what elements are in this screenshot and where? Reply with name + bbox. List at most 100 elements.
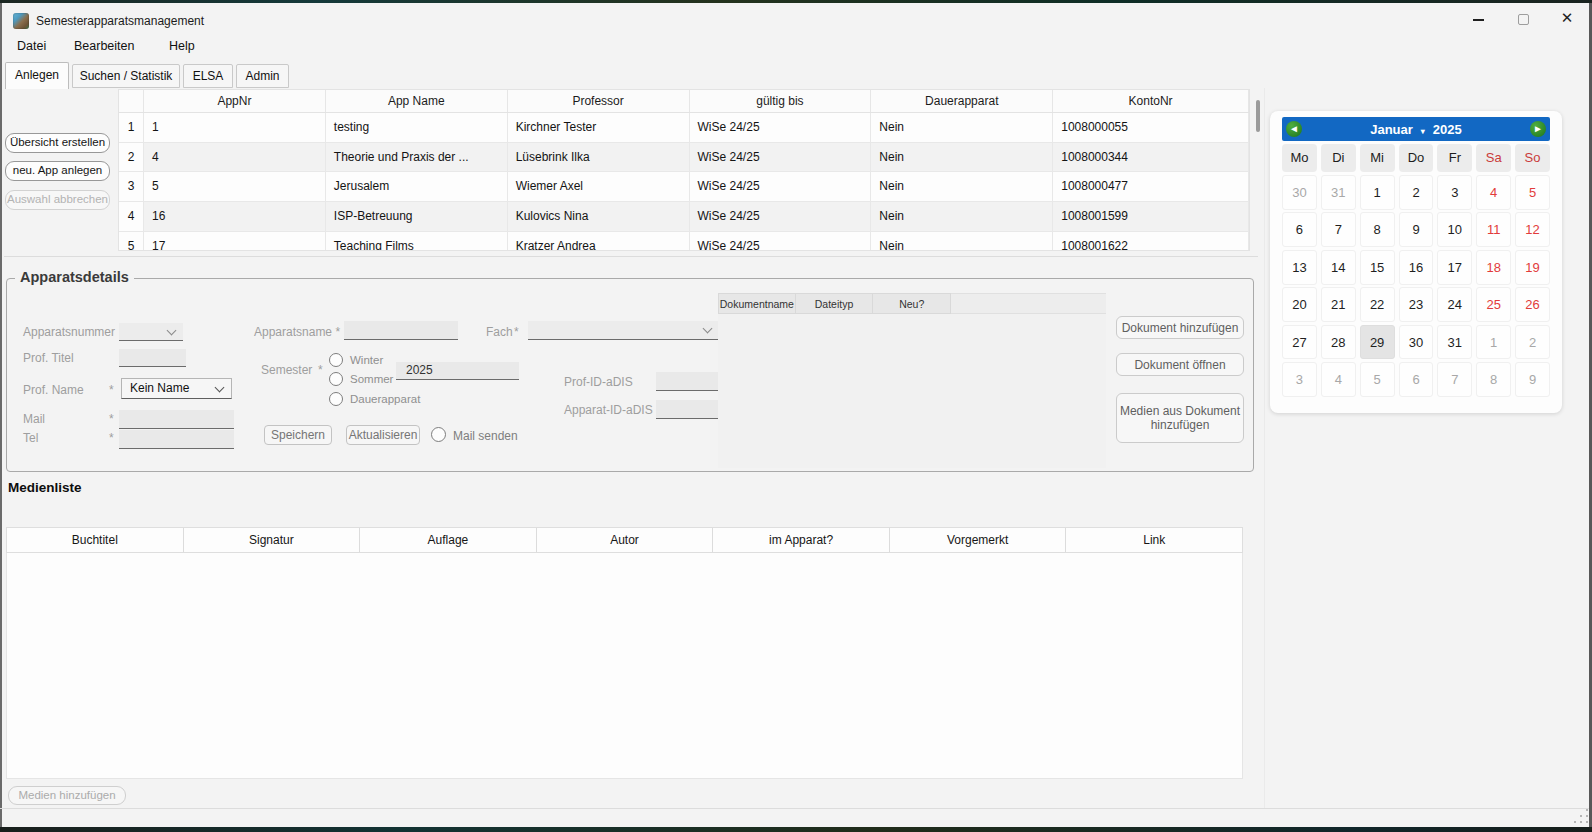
calendar-day[interactable]: 13 bbox=[1282, 250, 1317, 285]
calendar-day[interactable]: 1 bbox=[1476, 325, 1511, 360]
close-button[interactable]: ✕ bbox=[1559, 10, 1575, 26]
calendar-day[interactable]: 7 bbox=[1437, 362, 1472, 397]
menu-datei[interactable]: Datei bbox=[17, 39, 46, 53]
table-scrollbar[interactable] bbox=[1256, 100, 1260, 132]
column-header-KontoNr[interactable]: KontoNr bbox=[1053, 90, 1249, 112]
calendar-day[interactable]: 2 bbox=[1515, 325, 1550, 360]
calendar-day[interactable]: 31 bbox=[1437, 325, 1472, 360]
media-column-vorgemerkt[interactable]: Vorgemerkt bbox=[890, 528, 1067, 552]
calendar-next-icon[interactable]: ► bbox=[1530, 121, 1546, 137]
calendar-day[interactable]: 9 bbox=[1515, 362, 1550, 397]
calendar-day[interactable]: 11 bbox=[1476, 212, 1511, 247]
menu-bearbeiten[interactable]: Bearbeiten bbox=[74, 39, 134, 53]
prof-name-combo[interactable]: Kein Name bbox=[121, 378, 232, 399]
calendar-day[interactable]: 18 bbox=[1476, 250, 1511, 285]
calendar-day[interactable]: 26 bbox=[1515, 287, 1550, 322]
calendar-day[interactable]: 8 bbox=[1476, 362, 1511, 397]
media-column-signatur[interactable]: Signatur bbox=[184, 528, 361, 552]
calendar-day[interactable]: 28 bbox=[1321, 325, 1356, 360]
column-header-corner[interactable] bbox=[119, 90, 144, 112]
fach-combo[interactable] bbox=[528, 321, 719, 340]
calendar-day[interactable]: 10 bbox=[1437, 212, 1472, 247]
tel-input[interactable] bbox=[119, 430, 234, 449]
calendar-day[interactable]: 4 bbox=[1476, 175, 1511, 210]
calendar-day[interactable]: 5 bbox=[1515, 175, 1550, 210]
calendar-day[interactable]: 15 bbox=[1360, 250, 1395, 285]
radio-dauerapparat[interactable] bbox=[329, 392, 343, 406]
add-media-button[interactable]: Medien hinzufügen bbox=[8, 786, 126, 805]
doc-button-3[interactable]: Medien aus Dokument hinzufügen bbox=[1116, 393, 1244, 443]
menu-help[interactable]: Help bbox=[169, 39, 195, 53]
calendar-day[interactable]: 3 bbox=[1437, 175, 1472, 210]
column-header-App Name[interactable]: App Name bbox=[326, 90, 508, 112]
calendar-day-selected[interactable]: 29 bbox=[1360, 325, 1395, 360]
minimize-button[interactable] bbox=[1473, 19, 1484, 21]
calendar-day[interactable]: 7 bbox=[1321, 212, 1356, 247]
media-column-autor[interactable]: Autor bbox=[537, 528, 714, 552]
column-header-gültig bis[interactable]: gültig bis bbox=[690, 90, 872, 112]
tab-admin[interactable]: Admin bbox=[236, 64, 289, 88]
apparatsnummer-combo[interactable] bbox=[119, 323, 183, 341]
calendar-title[interactable]: Januar▾2025 bbox=[1370, 122, 1462, 137]
calendar-day[interactable]: 8 bbox=[1360, 212, 1395, 247]
sidebar-button-3[interactable]: Auswahl abbrechen bbox=[5, 190, 110, 210]
mail-senden-checkbox[interactable] bbox=[431, 427, 446, 442]
doc-column-dateityp[interactable]: Dateityp bbox=[796, 293, 874, 314]
calendar-day[interactable]: 25 bbox=[1476, 287, 1511, 322]
calendar-day[interactable]: 23 bbox=[1399, 287, 1434, 322]
calendar-day[interactable]: 21 bbox=[1321, 287, 1356, 322]
calendar-day[interactable]: 27 bbox=[1282, 325, 1317, 360]
calendar-day[interactable]: 19 bbox=[1515, 250, 1550, 285]
media-column-link[interactable]: Link bbox=[1066, 528, 1242, 552]
calendar-day[interactable]: 1 bbox=[1360, 175, 1395, 210]
table-row[interactable]: 517Teaching FilmsKratzer AndreaWiSe 24/2… bbox=[119, 232, 1249, 251]
calendar-day[interactable]: 6 bbox=[1282, 212, 1317, 247]
calendar-day[interactable]: 24 bbox=[1437, 287, 1472, 322]
calendar-day[interactable]: 9 bbox=[1399, 212, 1434, 247]
radio-sommer[interactable] bbox=[329, 372, 343, 386]
doc-button-1[interactable]: Dokument hinzufügen bbox=[1116, 316, 1244, 339]
sidebar-button-2[interactable]: neu. App anlegen bbox=[5, 161, 110, 181]
prof-titel-input[interactable] bbox=[119, 349, 186, 367]
calendar-day[interactable]: 16 bbox=[1399, 250, 1434, 285]
mail-input[interactable] bbox=[119, 410, 234, 429]
sidebar-button-1[interactable]: Übersicht erstellen bbox=[5, 133, 110, 153]
calendar-prev-icon[interactable]: ◄ bbox=[1286, 121, 1302, 137]
calendar-day[interactable]: 20 bbox=[1282, 287, 1317, 322]
calendar-day[interactable]: 14 bbox=[1321, 250, 1356, 285]
calendar-day[interactable]: 22 bbox=[1360, 287, 1395, 322]
table-row[interactable]: 416ISP-BetreuungKulovics NinaWiSe 24/25N… bbox=[119, 202, 1249, 232]
calendar-day[interactable]: 6 bbox=[1399, 362, 1434, 397]
save-button[interactable]: Speichern bbox=[264, 425, 332, 445]
calendar-day[interactable]: 30 bbox=[1399, 325, 1434, 360]
tab-anlegen[interactable]: Anlegen bbox=[5, 62, 69, 89]
doc-column-neu[interactable]: Neu? bbox=[873, 293, 951, 314]
column-header-Professor[interactable]: Professor bbox=[508, 90, 690, 112]
apparatsname-input[interactable] bbox=[344, 321, 458, 340]
calendar-day[interactable]: 2 bbox=[1399, 175, 1434, 210]
year-input[interactable]: 2025 bbox=[396, 362, 519, 380]
tab-suchen-statistik[interactable]: Suchen / Statistik bbox=[72, 64, 180, 88]
maximize-button[interactable] bbox=[1518, 14, 1529, 25]
calendar-day[interactable]: 5 bbox=[1360, 362, 1395, 397]
calendar-day[interactable]: 4 bbox=[1321, 362, 1356, 397]
doc-column-dokumentname[interactable]: Dokumentname bbox=[718, 293, 796, 314]
media-column-buchtitel[interactable]: Buchtitel bbox=[7, 528, 184, 552]
calendar-day[interactable]: 30 bbox=[1282, 175, 1317, 210]
table-row[interactable]: 11testingKirchner TesterWiSe 24/25Nein10… bbox=[119, 113, 1249, 143]
radio-winter[interactable] bbox=[329, 353, 343, 367]
table-row[interactable]: 24Theorie und Praxis der ...Lüsebrink Il… bbox=[119, 143, 1249, 173]
media-column-im-apparat-[interactable]: im Apparat? bbox=[713, 528, 890, 552]
doc-button-2[interactable]: Dokument öffnen bbox=[1116, 353, 1244, 376]
column-header-AppNr[interactable]: AppNr bbox=[144, 90, 326, 112]
table-row[interactable]: 35JerusalemWiemer AxelWiSe 24/25Nein1008… bbox=[119, 172, 1249, 202]
calendar-day[interactable]: 31 bbox=[1321, 175, 1356, 210]
column-header-Dauerapparat[interactable]: Dauerapparat bbox=[871, 90, 1053, 112]
resize-grip[interactable] bbox=[1574, 809, 1588, 823]
media-column-auflage[interactable]: Auflage bbox=[360, 528, 537, 552]
update-button[interactable]: Aktualisieren bbox=[346, 425, 420, 445]
calendar-day[interactable]: 3 bbox=[1282, 362, 1317, 397]
calendar-day[interactable]: 17 bbox=[1437, 250, 1472, 285]
calendar-day[interactable]: 12 bbox=[1515, 212, 1550, 247]
tab-elsa[interactable]: ELSA bbox=[183, 64, 233, 88]
